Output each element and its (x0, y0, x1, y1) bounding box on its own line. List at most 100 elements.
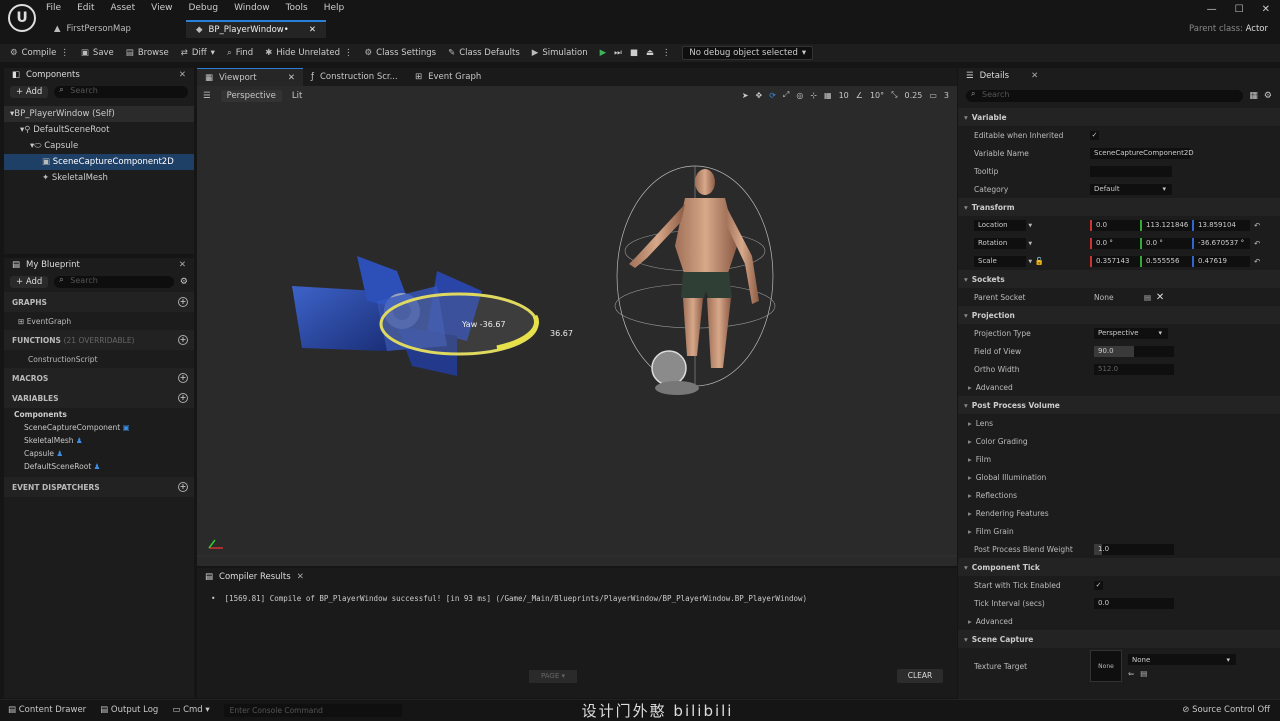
category-scene-capture[interactable]: ▾ Scene Capture (958, 630, 1280, 648)
gear-icon[interactable]: ⚙ (1264, 91, 1272, 101)
maximize-icon[interactable]: ☐ (1235, 4, 1244, 15)
projection-type-dropdown[interactable]: Perspective ▾ (1094, 327, 1168, 339)
event-graph-item[interactable]: ⊞ EventGraph (4, 312, 194, 330)
event-dispatchers-section[interactable]: EVENT DISPATCHERS + (4, 477, 194, 497)
content-drawer-button[interactable]: ▤ Content Drawer (8, 705, 86, 715)
fov-slider[interactable]: 90.0 (1094, 345, 1174, 357)
rotation-x[interactable]: 0.0 ° (1090, 237, 1140, 249)
pp-global-illumination[interactable]: ▸ Global Illumination (958, 468, 1280, 486)
close-panel-icon[interactable]: ✕ (297, 572, 304, 582)
find-button[interactable]: ⌕ Find (227, 48, 253, 58)
diff-button[interactable]: ⇄ Diff ▾ (181, 48, 215, 58)
clear-button[interactable]: CLEAR (897, 669, 943, 683)
construction-script-item[interactable]: ConstructionScript (4, 350, 194, 368)
add-macro-icon[interactable]: + (178, 373, 188, 383)
more-options-icon[interactable]: ⋮ (662, 48, 671, 58)
prop-advanced[interactable]: ▸ Advanced (958, 378, 1280, 396)
lock-icon[interactable]: 🔓 (1035, 256, 1044, 265)
tab-first-person-map[interactable]: ▲ FirstPersonMap (44, 20, 184, 38)
menu-file[interactable]: File (46, 3, 61, 13)
tick-enabled-checkbox[interactable]: ✓ (1094, 580, 1103, 590)
location-z[interactable]: 13.859104 (1192, 219, 1250, 231)
location-dropdown[interactable]: Location ▾ (974, 219, 1090, 231)
menu-debug[interactable]: Debug (188, 3, 218, 13)
tooltip-field[interactable] (1090, 165, 1172, 177)
property-matrix-icon[interactable]: ▦ (1249, 91, 1258, 101)
my-blueprint-search-input[interactable]: Search (54, 275, 174, 288)
tree-item-self[interactable]: ▾ BP_PlayerWindow (Self) (4, 106, 194, 122)
browse-socket-icon[interactable]: ▤ (1144, 293, 1151, 302)
step-icon[interactable]: ⏭ (614, 48, 622, 58)
rotation-dropdown[interactable]: Rotation ▾ (974, 237, 1090, 249)
location-x[interactable]: 0.0 (1090, 219, 1140, 231)
pp-color-grading[interactable]: ▸ Color Grading (958, 432, 1280, 450)
pp-film-grain[interactable]: ▸ Film Grain (958, 522, 1280, 540)
stop-icon[interactable]: ■ (630, 48, 638, 58)
console-input[interactable]: Enter Console Command (223, 703, 402, 717)
close-tab-icon[interactable]: ✕ (288, 73, 295, 83)
graphs-section[interactable]: GRAPHS + (4, 292, 194, 312)
gear-icon[interactable]: ⚙ (180, 277, 188, 287)
scale-z[interactable]: 0.47619 (1192, 255, 1250, 267)
pp-rendering-features[interactable]: ▸ Rendering Features (958, 504, 1280, 522)
output-log-button[interactable]: ▤ Output Log (100, 705, 158, 715)
variable-name-field[interactable]: SceneCaptureComponent2D (1090, 147, 1194, 159)
close-panel-icon[interactable]: ✕ (179, 70, 186, 80)
options-icon[interactable]: ⋮ (344, 48, 353, 58)
add-function-icon[interactable]: + (178, 335, 188, 345)
location-y[interactable]: 113.121846 (1140, 219, 1192, 231)
tree-item-capsule[interactable]: ▾ ⬭ Capsule (4, 138, 194, 154)
debug-object-dropdown[interactable]: No debug object selected ▾ (682, 46, 814, 60)
category-sockets[interactable]: ▾ Sockets (958, 270, 1280, 288)
add-variable-icon[interactable]: + (178, 393, 188, 403)
category-variable[interactable]: ▾ Variable (958, 108, 1280, 126)
pp-lens[interactable]: ▸ Lens (958, 414, 1280, 432)
save-button[interactable]: ▣ Save (81, 48, 114, 58)
category-post-process[interactable]: ▾ Post Process Volume (958, 396, 1280, 414)
macros-section[interactable]: MACROS + (4, 368, 194, 388)
tree-item-skeletal-mesh[interactable]: ✦ SkeletalMesh (4, 170, 194, 186)
source-control-button[interactable]: ⊘ Source Control Off (1182, 705, 1270, 715)
class-settings-button[interactable]: ⚙ Class Settings (365, 48, 437, 58)
ortho-width-field[interactable]: 512.0 (1094, 363, 1174, 375)
prop-advanced-tick[interactable]: ▸ Advanced (958, 612, 1280, 630)
var-item[interactable]: SkeletalMesh ♟ (4, 434, 194, 447)
reset-icon[interactable]: ↶ (1254, 239, 1260, 248)
add-member-button[interactable]: + Add (10, 276, 49, 288)
tab-construction-script[interactable]: ƒ Construction Scr... (303, 68, 407, 86)
texture-target-dropdown[interactable]: None ▾ (1128, 654, 1236, 665)
functions-section[interactable]: FUNCTIONS (21 OVERRIDABLE) + (4, 330, 194, 350)
close-panel-icon[interactable]: ✕ (1031, 71, 1038, 81)
rotation-z[interactable]: -36.670537 ° (1192, 237, 1250, 249)
scale-y[interactable]: 0.555556 (1140, 255, 1192, 267)
eject-icon[interactable]: ⏏ (646, 48, 654, 58)
browse-button[interactable]: ▤ Browse (126, 48, 169, 58)
pp-film[interactable]: ▸ Film (958, 450, 1280, 468)
menu-asset[interactable]: Asset (111, 3, 136, 13)
details-search-input[interactable]: Search (966, 89, 1244, 102)
texture-thumbnail[interactable]: None (1090, 650, 1122, 682)
menu-view[interactable]: View (151, 3, 172, 13)
page-dropdown[interactable]: PAGE ▾ (529, 670, 577, 683)
clear-socket-icon[interactable]: ✕ (1156, 292, 1164, 303)
class-defaults-button[interactable]: ✎ Class Defaults (448, 48, 520, 58)
menu-edit[interactable]: Edit (77, 3, 94, 13)
tab-bp-player-window[interactable]: ◆ BP_PlayerWindow• ✕ (186, 20, 326, 38)
close-tab-icon[interactable]: ✕ (309, 25, 316, 35)
components-search-input[interactable]: Search (54, 85, 188, 98)
parent-class-value[interactable]: Actor (1246, 24, 1268, 34)
play-icon[interactable]: ▶ (600, 48, 607, 58)
use-selected-icon[interactable]: ⇐ (1128, 669, 1134, 678)
hide-unrelated-button[interactable]: ✱ Hide Unrelated ⋮ (265, 48, 352, 58)
close-window-icon[interactable]: ✕ (1262, 4, 1270, 15)
menu-help[interactable]: Help (324, 3, 345, 13)
pp-reflections[interactable]: ▸ Reflections (958, 486, 1280, 504)
menu-tools[interactable]: Tools (286, 3, 308, 13)
tree-item-scene-capture[interactable]: ▣ SceneCaptureComponent2D (4, 154, 194, 170)
viewport[interactable]: ☰ Perspective Lit ➤ ✥ ⟳ ⤢ ◎ ⊹ ▦ 10 ∠ 10°… (197, 86, 957, 566)
add-component-button[interactable]: + Add (10, 86, 49, 98)
scale-dropdown[interactable]: Scale ▾ 🔓 (974, 255, 1090, 267)
tab-event-graph[interactable]: ⊞ Event Graph (407, 68, 489, 86)
add-dispatcher-icon[interactable]: + (178, 482, 188, 492)
tree-item-default-scene-root[interactable]: ▾ ⚲ DefaultSceneRoot (4, 122, 194, 138)
